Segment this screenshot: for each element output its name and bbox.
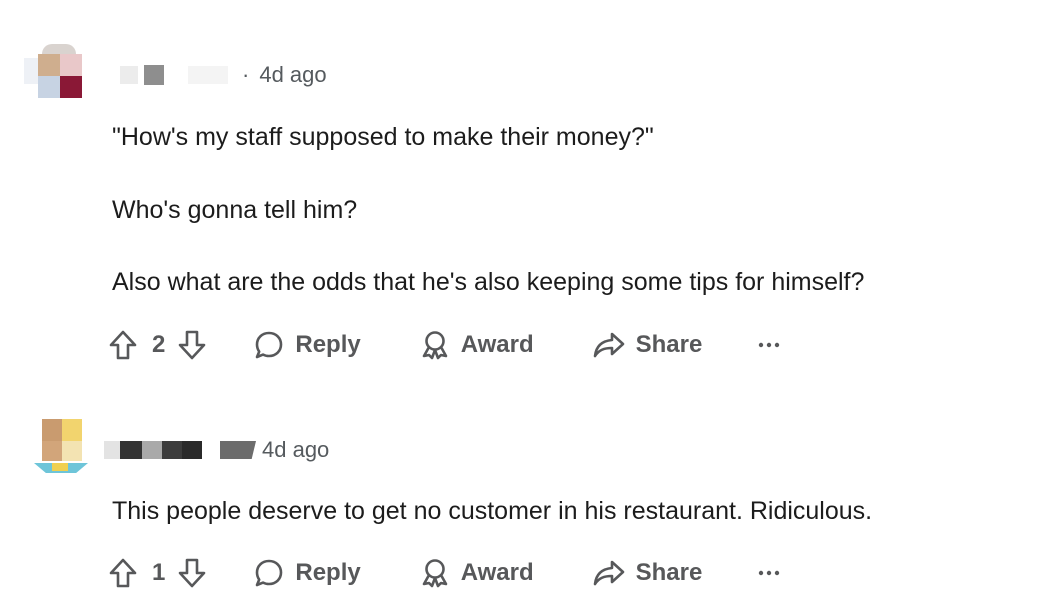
comment: 4d ago This people deserve to get no cus… bbox=[0, 405, 1046, 614]
share-label: Share bbox=[635, 559, 703, 586]
ellipsis-icon bbox=[758, 341, 780, 349]
award-label: Award bbox=[460, 331, 534, 358]
more-options-button[interactable] bbox=[758, 341, 780, 349]
comment-timestamp[interactable]: 4d ago bbox=[259, 62, 326, 88]
meta-separator: · bbox=[242, 62, 250, 87]
username-redacted[interactable] bbox=[120, 66, 138, 84]
username-redacted-block bbox=[142, 441, 162, 459]
share-icon bbox=[592, 557, 636, 589]
flair-redacted bbox=[188, 66, 228, 84]
avatar[interactable] bbox=[24, 44, 84, 100]
comment-timestamp[interactable]: 4d ago bbox=[262, 437, 329, 463]
username-redacted-block bbox=[182, 441, 202, 459]
share-button[interactable]: Share bbox=[592, 557, 703, 589]
award-button[interactable]: Award bbox=[419, 329, 534, 361]
vote-group: 2 bbox=[108, 329, 207, 361]
comment-paragraph: This people deserve to get no customer i… bbox=[112, 497, 873, 525]
vote-count: 1 bbox=[152, 559, 166, 586]
comment-actions: 2 Reply Award Share bbox=[108, 325, 780, 365]
reply-button[interactable]: Reply bbox=[253, 557, 361, 589]
username-redacted-block bbox=[162, 441, 182, 459]
comment-paragraph: "How's my staff supposed to make their m… bbox=[112, 123, 654, 151]
username-redacted[interactable] bbox=[104, 441, 120, 459]
award-button[interactable]: Award bbox=[419, 557, 534, 589]
downvote-icon[interactable] bbox=[177, 329, 207, 361]
username-redacted-block bbox=[120, 441, 142, 459]
reply-icon bbox=[253, 329, 295, 361]
vote-count: 2 bbox=[152, 331, 166, 358]
more-options-button[interactable] bbox=[758, 569, 780, 577]
comment-paragraph: Also what are the odds that he's also ke… bbox=[112, 268, 865, 296]
reply-button[interactable]: Reply bbox=[253, 329, 361, 361]
share-icon bbox=[592, 329, 636, 361]
award-label: Award bbox=[460, 559, 534, 586]
downvote-icon[interactable] bbox=[177, 557, 207, 589]
ellipsis-icon bbox=[758, 569, 780, 577]
award-icon bbox=[419, 329, 461, 361]
comment-header: · 4d ago bbox=[120, 60, 327, 90]
comment-paragraph: Who's gonna tell him? bbox=[112, 196, 358, 224]
comment-header: 4d ago bbox=[104, 435, 329, 465]
avatar[interactable] bbox=[34, 419, 88, 483]
comment: · 4d ago "How's my staff supposed to mak… bbox=[0, 0, 1046, 390]
comment-actions: 1 Reply Award Share bbox=[108, 553, 780, 593]
reply-label: Reply bbox=[295, 331, 361, 358]
username-redacted-block bbox=[144, 65, 164, 85]
upvote-icon[interactable] bbox=[108, 329, 138, 361]
award-icon bbox=[419, 557, 461, 589]
reply-label: Reply bbox=[295, 559, 361, 586]
upvote-icon[interactable] bbox=[108, 557, 138, 589]
share-button[interactable]: Share bbox=[592, 329, 703, 361]
reply-icon bbox=[253, 557, 295, 589]
vote-group: 1 bbox=[108, 557, 207, 589]
share-label: Share bbox=[635, 331, 703, 358]
flair-redacted bbox=[220, 441, 256, 459]
